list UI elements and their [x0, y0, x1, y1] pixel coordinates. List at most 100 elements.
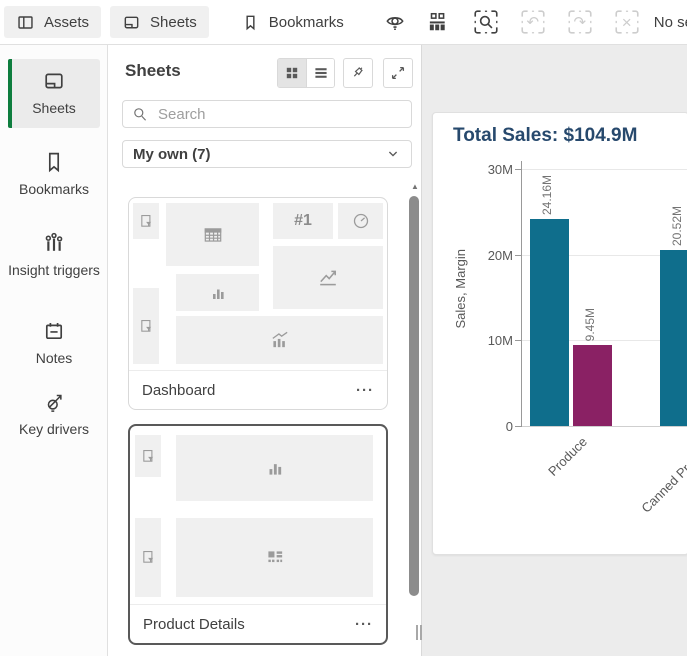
x-axis-category-label: Produce: [545, 434, 590, 479]
filterpane-widget: [133, 288, 159, 364]
collection-filter-dropdown[interactable]: My own (7): [122, 140, 412, 168]
assets-panel-icon: [16, 13, 35, 32]
assets-button[interactable]: Assets: [4, 6, 101, 38]
top-toolbar: Assets Sheets Bookmarks: [0, 0, 687, 45]
chevron-down-icon: [385, 146, 401, 162]
sidebar-item-insight-triggers[interactable]: Insight triggers: [8, 221, 100, 290]
more-menu-button[interactable]: ···: [355, 616, 373, 633]
scrollbar-thumb[interactable]: [409, 196, 419, 596]
chart-title: Total Sales: $104.9M: [453, 125, 637, 147]
notes-icon: [42, 319, 66, 343]
sidebar-item-key-drivers[interactable]: Key drivers: [8, 380, 100, 449]
grid-view-button[interactable]: [278, 59, 306, 87]
y-axis-tick-label: 0: [453, 420, 513, 433]
y-axis-title: Sales, Margin: [453, 249, 468, 328]
bar-value-label: 24.16M: [541, 175, 553, 215]
sidebar-item-label: Bookmarks: [19, 181, 89, 199]
y-axis-tick-label: 30M: [453, 163, 513, 176]
bar-sales-produce[interactable]: [530, 219, 569, 426]
pin-icon: [349, 64, 367, 82]
bar-chart-icon: [208, 283, 228, 303]
sheet-thumbnail: [130, 426, 386, 604]
column-layout-icon: [426, 11, 448, 33]
bar-chart-plot: 010M20M30M24.16M9.45MProduce20.52MCanned…: [433, 113, 687, 554]
filter-pane-icon: [140, 549, 157, 566]
more-menu-icon: ···: [355, 616, 373, 633]
sheet-layout-button[interactable]: [420, 6, 454, 38]
qlik-sense-app: Assets Sheets Bookmarks: [0, 0, 687, 656]
smart-search-icon: [472, 8, 500, 36]
left-sidebar: Sheets Bookmarks Insight triggers: [0, 45, 108, 656]
y-axis-tick-label: 10M: [453, 334, 513, 347]
more-menu-icon: ···: [356, 382, 374, 399]
x-axis-category-label: Canned Products: [638, 434, 687, 516]
sheets-button[interactable]: Sheets: [110, 6, 209, 38]
expand-panel-button[interactable]: [383, 58, 413, 88]
pin-panel-button[interactable]: [343, 58, 373, 88]
sheet-thumbnail: #1: [129, 198, 387, 370]
filter-pane-icon: [138, 318, 155, 335]
insight-advisor-button[interactable]: [378, 6, 412, 38]
list-view-button[interactable]: [306, 59, 334, 87]
bar-value-label: 20.52M: [671, 206, 683, 246]
bookmarks-button-label: Bookmarks: [269, 14, 344, 31]
sheet-card-product-details[interactable]: Product Details ···: [128, 424, 388, 645]
insight-triggers-icon: [42, 231, 66, 255]
panel-title: Sheets: [125, 61, 181, 81]
no-selections-label: No selections: [654, 14, 687, 31]
redo-selection-button[interactable]: ↷: [566, 8, 594, 36]
filter-pane-icon: [138, 213, 155, 230]
bar-chart-widget: [176, 435, 373, 501]
table-icon: [202, 224, 224, 246]
smart-search-button[interactable]: [472, 8, 500, 36]
bar-chart-widget: [176, 274, 259, 311]
bar-margin-produce[interactable]: [573, 345, 612, 426]
undo-selection-button[interactable]: ↶: [519, 8, 547, 36]
pivot-grid-widget: [176, 518, 373, 597]
gridline: [521, 426, 687, 427]
combo-chart-icon: [269, 329, 291, 351]
sidebar-item-label: Key drivers: [19, 421, 89, 439]
filter-pane-icon: [140, 448, 157, 465]
filterpane-widget: [133, 203, 159, 239]
sheet-icon: [42, 69, 66, 93]
bar-chart-card[interactable]: Total Sales: $104.9M Sales, Margin 0 10M 2…: [432, 112, 687, 555]
search-box[interactable]: [122, 100, 412, 128]
kpi-placeholder-text: #1: [294, 212, 312, 230]
kpi-widget: #1: [273, 203, 333, 239]
gauge-icon: [351, 211, 371, 231]
sidebar-item-notes[interactable]: Notes: [8, 309, 100, 378]
bookmarks-button[interactable]: Bookmarks: [229, 6, 356, 38]
sheet-card-footer: Product Details ···: [130, 604, 386, 643]
list-view-icon: [313, 65, 329, 81]
clear-selections-button[interactable]: ×: [613, 8, 641, 36]
view-toggle: [277, 58, 335, 88]
sheet-card-dashboard[interactable]: #1: [128, 197, 388, 410]
bar-sales-canned-products[interactable]: [660, 250, 687, 426]
combo-chart-widget: [176, 316, 383, 364]
sheets-panel: Sheets: [108, 45, 422, 656]
gridline: [521, 169, 687, 170]
bar-value-label: 9.45M: [584, 308, 596, 341]
sidebar-item-label: Insight triggers: [8, 262, 100, 280]
insight-advisor-icon: [384, 11, 406, 33]
sidebar-item-label: Sheets: [32, 100, 76, 118]
expand-icon: [389, 64, 407, 82]
bookmark-icon: [42, 150, 66, 174]
sidebar-item-sheets[interactable]: Sheets: [8, 59, 100, 128]
search-input[interactable]: [156, 105, 402, 124]
line-chart-widget: [273, 246, 383, 309]
bookmark-icon: [241, 13, 260, 32]
sheet-icon: [122, 13, 141, 32]
scrollbar-up-arrow[interactable]: ▲: [409, 183, 421, 191]
filterpane-widget: [135, 518, 161, 597]
pivot-grid-icon: [264, 547, 286, 569]
sheet-card-footer: Dashboard ···: [129, 370, 387, 409]
search-icon: [132, 106, 148, 122]
sidebar-item-bookmarks[interactable]: Bookmarks: [8, 140, 100, 209]
key-drivers-icon: [42, 390, 66, 414]
grid-view-icon: [284, 65, 300, 81]
assets-button-label: Assets: [44, 14, 89, 31]
table-widget: [166, 203, 259, 266]
more-menu-button[interactable]: ···: [356, 382, 374, 399]
